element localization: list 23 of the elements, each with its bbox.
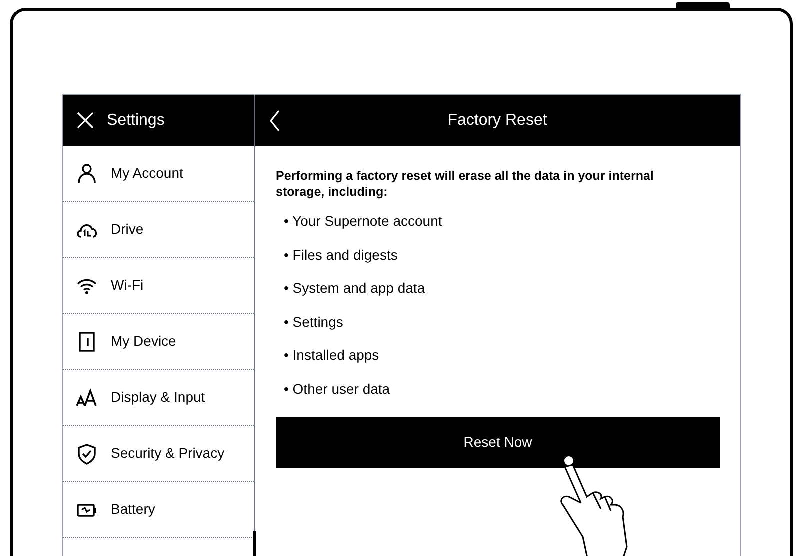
close-icon[interactable] xyxy=(76,111,95,130)
settings-menu-item[interactable]: Drive xyxy=(111,219,144,240)
settings-menu-item[interactable]: Display & Input xyxy=(111,387,206,408)
list-item: • Installed apps xyxy=(284,346,380,365)
list-item: • System and app data xyxy=(284,279,426,298)
reset-now-button[interactable]: Reset Now xyxy=(276,417,720,468)
settings-menu-item[interactable]: My Device xyxy=(111,331,176,352)
settings-menu-item[interactable]: Security & Privacy xyxy=(111,443,225,464)
person-icon xyxy=(76,162,98,184)
list-item: • Files and digests xyxy=(284,246,399,265)
list-item: • Settings xyxy=(284,312,344,332)
sidebar-title: Settings xyxy=(107,110,165,130)
list-item: • Your Supernote account xyxy=(284,212,444,231)
shield-check-icon xyxy=(76,442,98,464)
font-size-icon xyxy=(76,386,98,408)
settings-menu-item[interactable]: Wi-Fi xyxy=(111,275,144,296)
list-item: • Other user data xyxy=(284,380,392,398)
page-title: Factory Reset xyxy=(448,110,548,130)
settings-menu-item[interactable]: Battery xyxy=(111,499,156,520)
warning-text: Performing a factory reset will erase all the data in your internal storage, including: xyxy=(276,168,655,200)
back-icon[interactable] xyxy=(269,110,281,132)
tablet-icon xyxy=(76,330,98,352)
settings-menu-item[interactable]: My Account xyxy=(111,163,184,184)
